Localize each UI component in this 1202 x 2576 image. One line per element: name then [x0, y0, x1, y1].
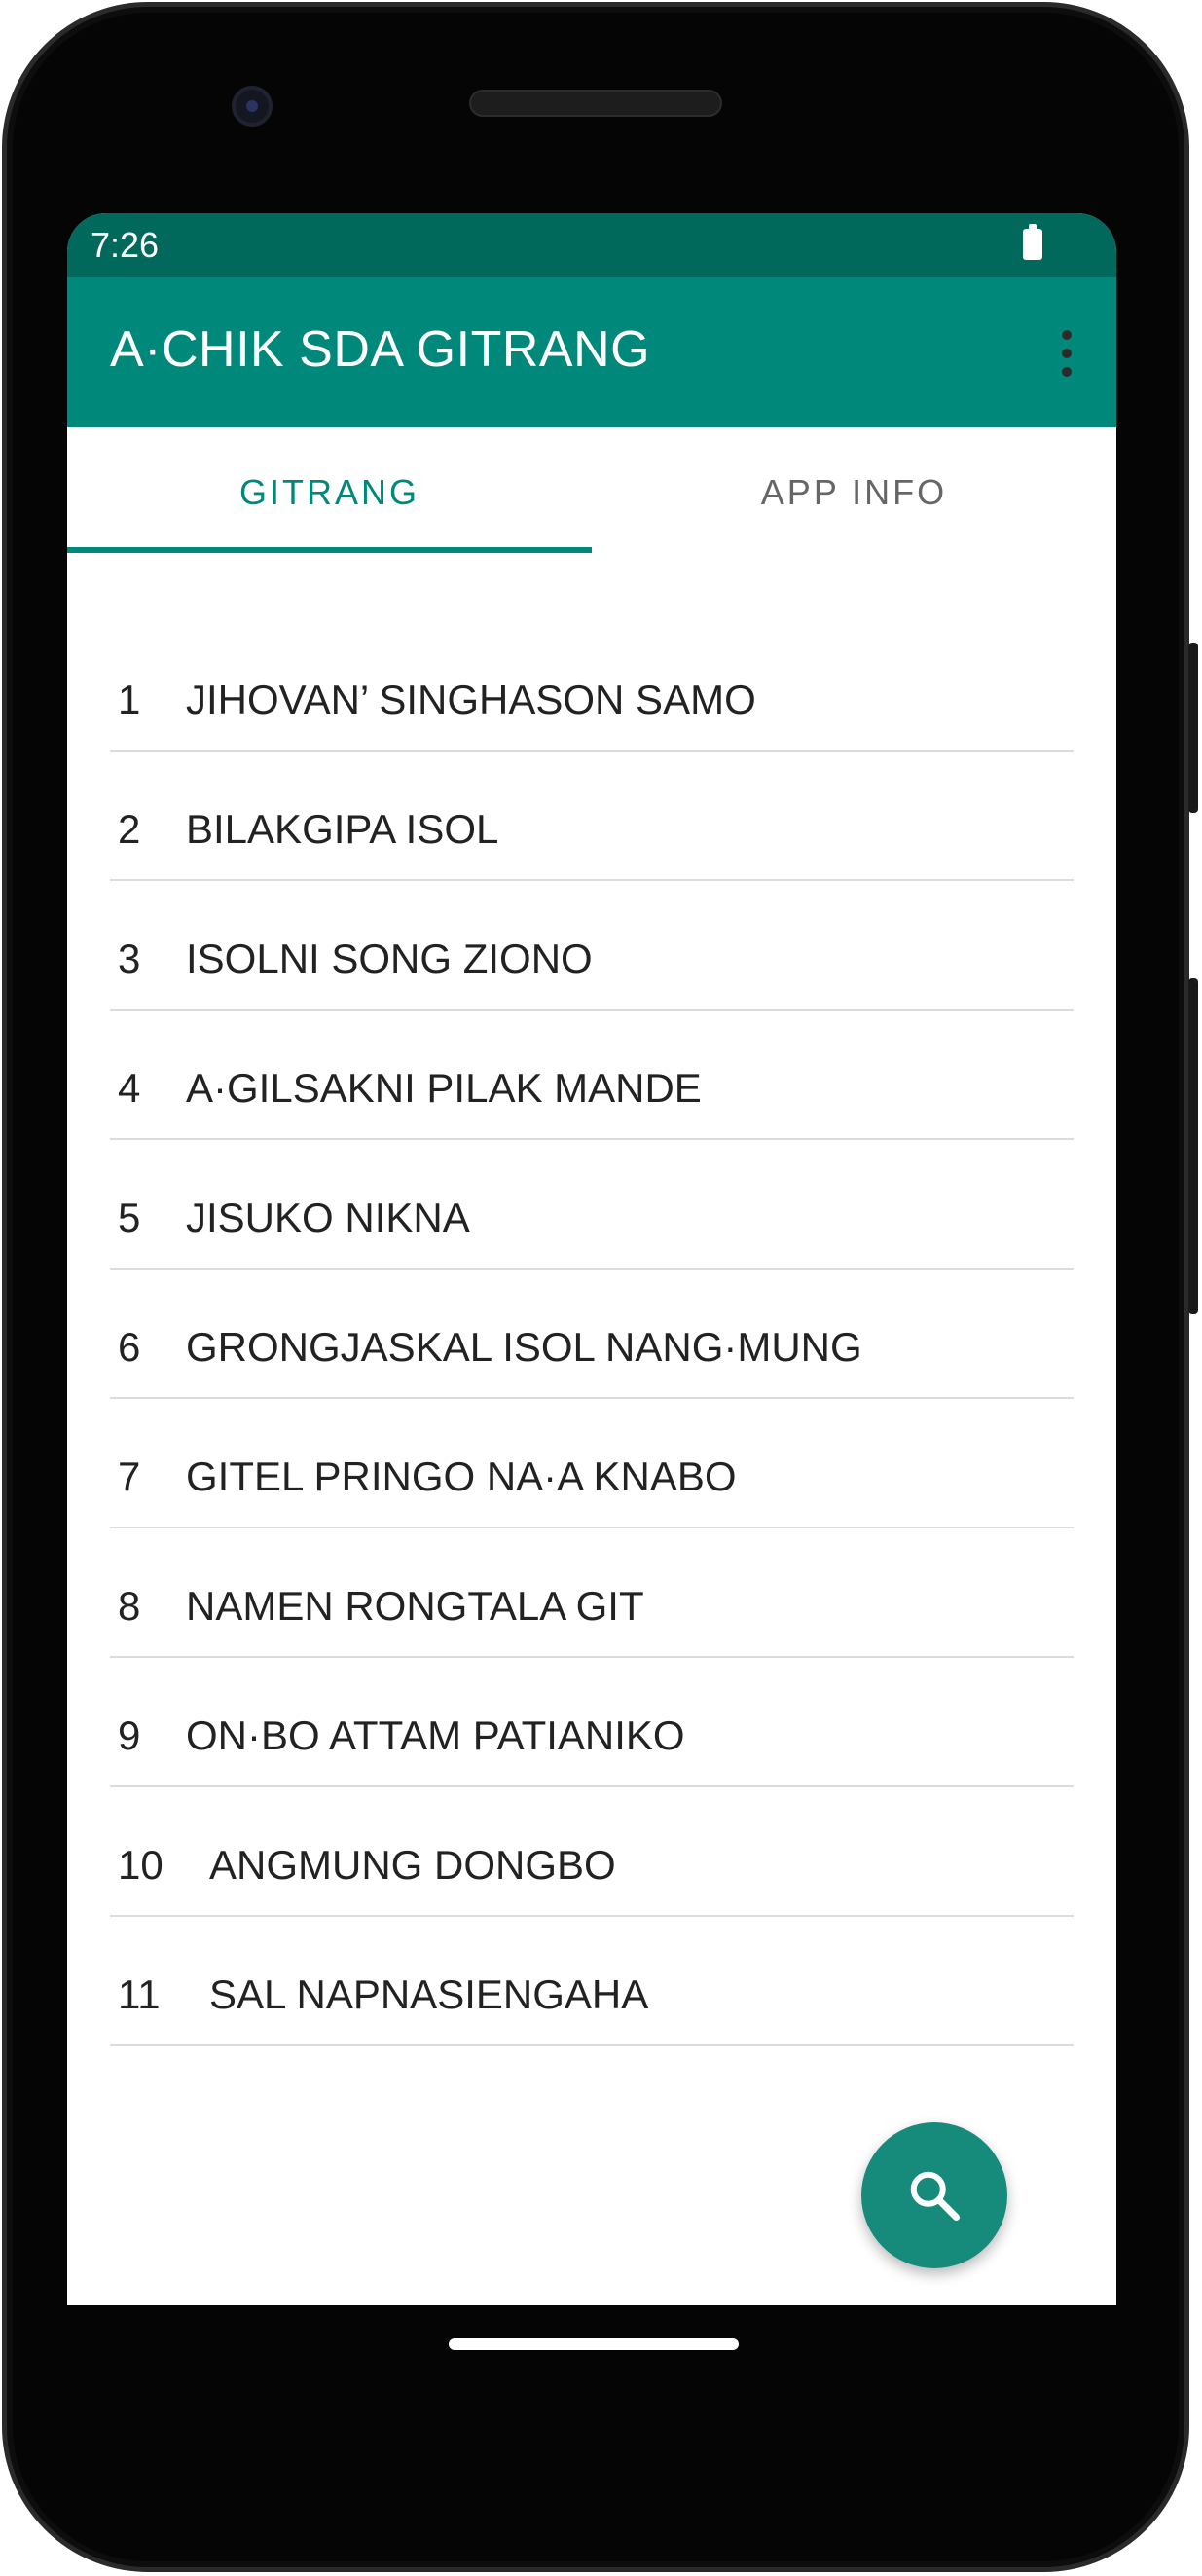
song-number: 9: [118, 1712, 141, 1758]
song-title: ON·BO ATTAM PATIANIKO: [186, 1712, 685, 1758]
song-title: JIHOVAN’ SINGHASON SAMO: [186, 677, 756, 722]
list-item[interactable]: 8 NAMEN RONGTALA GIT: [110, 1528, 1074, 1658]
status-time: 7:26: [91, 225, 160, 265]
volume-button: [1188, 978, 1198, 1314]
tab-gitrang[interactable]: GITRANG: [67, 427, 592, 557]
list-item[interactable]: 10 ANGMUNG DONGBO: [110, 1787, 1074, 1917]
song-title: ANGMUNG DONGBO: [209, 1842, 616, 1888]
song-number: 11: [118, 1971, 161, 2017]
song-title: ISOLNI SONG ZIONO: [186, 936, 593, 981]
song-number: 1: [118, 677, 141, 722]
tab-app-info[interactable]: APP INFO: [592, 427, 1116, 557]
app-bar: A·CHIK SDA GITRANG: [67, 277, 1116, 427]
list-item[interactable]: 7 GITEL PRINGO NA·A KNABO: [110, 1399, 1074, 1528]
battery-full-icon: [1023, 224, 1042, 260]
song-number: 10: [118, 1842, 164, 1888]
list-item[interactable]: 1 JIHOVAN’ SINGHASON SAMO: [110, 622, 1074, 752]
list-item[interactable]: 4 A·GILSAKNI PILAK MANDE: [110, 1011, 1074, 1140]
list-item[interactable]: 3 ISOLNI SONG ZIONO: [110, 881, 1074, 1011]
tab-bar: GITRANG APP INFO: [67, 427, 1116, 557]
song-number: 7: [118, 1454, 141, 1499]
song-number: 2: [118, 806, 141, 852]
list-item[interactable]: 6 GRONGJASKAL ISOL NANG·MUNG: [110, 1270, 1074, 1399]
power-button: [1188, 643, 1198, 813]
song-title: SAL NAPNASIENGAHA: [209, 1971, 649, 2017]
front-camera: [232, 86, 273, 127]
song-title: NAMEN RONGTALA GIT: [186, 1583, 644, 1629]
home-indicator[interactable]: [449, 2338, 739, 2350]
song-number: 8: [118, 1583, 141, 1629]
list-item[interactable]: 11 SAL NAPNASIENGAHA: [110, 1917, 1074, 2046]
song-title: GITEL PRINGO NA·A KNABO: [186, 1454, 737, 1499]
more-vert-icon[interactable]: [1060, 328, 1074, 379]
song-list: 1 JIHOVAN’ SINGHASON SAMO 2 BILAKGIPA IS…: [110, 622, 1074, 2046]
list-item[interactable]: 5 JISUKO NIKNA: [110, 1140, 1074, 1270]
song-number: 6: [118, 1324, 141, 1370]
earpiece-speaker: [469, 90, 722, 117]
status-bar: 7:26: [67, 213, 1116, 277]
search-icon: [910, 2171, 960, 2221]
list-item[interactable]: 2 BILAKGIPA ISOL: [110, 752, 1074, 881]
song-title: BILAKGIPA ISOL: [186, 806, 499, 852]
song-title: GRONGJASKAL ISOL NANG·MUNG: [186, 1324, 862, 1370]
song-title: JISUKO NIKNA: [186, 1195, 470, 1240]
song-number: 3: [118, 936, 141, 981]
app-title: A·CHIK SDA GITRANG: [110, 321, 651, 378]
phone-device: 7:26 A·CHIK SDA GITRANG GITRANG APP INFO…: [0, 0, 1202, 2576]
song-title: A·GILSAKNI PILAK MANDE: [186, 1065, 702, 1111]
app-screen: 7:26 A·CHIK SDA GITRANG GITRANG APP INFO…: [67, 213, 1116, 2305]
search-button[interactable]: [861, 2122, 1007, 2268]
song-number: 5: [118, 1195, 141, 1240]
song-number: 4: [118, 1065, 141, 1111]
tab-indicator: [67, 547, 592, 553]
list-item[interactable]: 9 ON·BO ATTAM PATIANIKO: [110, 1658, 1074, 1787]
